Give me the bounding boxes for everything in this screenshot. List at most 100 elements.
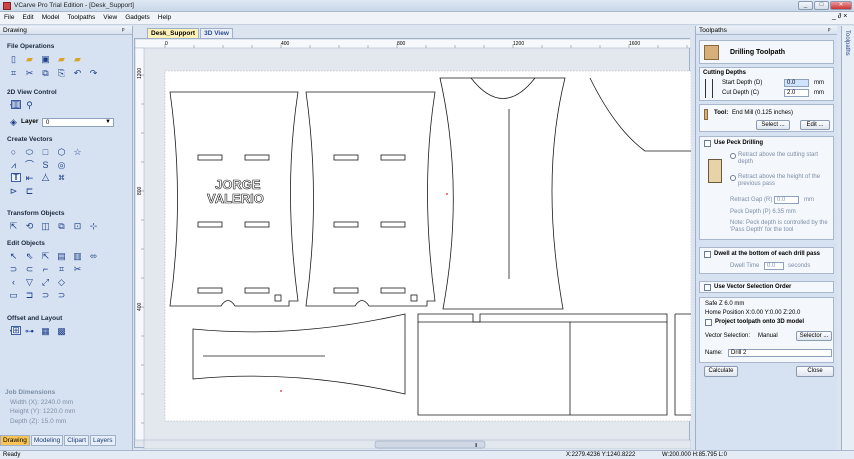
- import-bitmap-icon[interactable]: ▰: [72, 54, 83, 65]
- interactive-select-icon[interactable]: ⇱: [40, 251, 51, 262]
- close-window-button[interactable]: ✕: [830, 1, 852, 10]
- menu-file[interactable]: File: [0, 12, 18, 23]
- minimize-button[interactable]: _: [798, 1, 813, 10]
- edit-objects-heading: Edit Objects: [7, 240, 45, 247]
- drawing-canvas[interactable]: 0 400 800 1200 1600 1200 800 400 JORGE V…: [134, 38, 692, 450]
- peck-drilling-checkbox[interactable]: [704, 140, 711, 147]
- toolpath-name-input[interactable]: Drill 2: [728, 349, 832, 357]
- selector-button[interactable]: Selector ...: [796, 331, 832, 341]
- calculate-button[interactable]: Calculate: [704, 366, 738, 377]
- menu-view[interactable]: View: [99, 12, 121, 23]
- layout-icon[interactable]: ▩: [56, 326, 67, 337]
- dwell-checkbox[interactable]: [704, 251, 711, 258]
- zoom-icon[interactable]: ⚲: [24, 100, 35, 111]
- text-on-curve-icon[interactable]: T: [11, 173, 21, 182]
- start-depth-input[interactable]: 0.0: [784, 79, 809, 87]
- layer-select[interactable]: 0 ▼: [42, 118, 114, 127]
- star-icon[interactable]: ☆: [72, 147, 83, 158]
- trim-icon[interactable]: ⊃: [8, 264, 19, 275]
- diamond-icon[interactable]: ◇: [56, 277, 67, 288]
- project-checkbox[interactable]: [705, 319, 712, 326]
- save-icon[interactable]: ▣: [40, 54, 51, 65]
- tool-label: Tool:: [714, 110, 729, 116]
- weld-icon[interactable]: ⬄: [88, 251, 99, 262]
- fillet-icon[interactable]: ⌗: [56, 264, 67, 275]
- close-button[interactable]: Close: [796, 366, 834, 377]
- vector-order-checkbox[interactable]: [704, 284, 711, 291]
- open-file-icon[interactable]: ▰: [24, 54, 35, 65]
- maximize-button[interactable]: □: [814, 1, 829, 10]
- scale-icon[interactable]: ⊡: [72, 221, 83, 232]
- smooth-icon[interactable]: ⊃: [56, 290, 67, 301]
- open-vector-icon[interactable]: ⊐: [24, 290, 35, 301]
- dwell-label: Dwell at the bottom of each drill pass: [714, 251, 821, 257]
- set-size-icon[interactable]: ⊹: [88, 221, 99, 232]
- paste-icon[interactable]: ⎘: [56, 68, 67, 79]
- mdi-controls[interactable]: _ ∂ ×: [832, 13, 847, 20]
- retract-start-radio[interactable]: [730, 153, 736, 159]
- select-icon[interactable]: ↖: [8, 251, 19, 262]
- tab-drawing[interactable]: Drawing: [0, 435, 30, 446]
- rotate-icon[interactable]: ⟲: [24, 221, 35, 232]
- curve-fit-icon[interactable]: ⊃: [40, 290, 51, 301]
- menu-gadgets[interactable]: Gadgets: [121, 12, 154, 23]
- edit-tool-button[interactable]: Edit ...: [800, 120, 830, 130]
- import-icon[interactable]: ▰: [56, 54, 67, 65]
- ungroup-icon[interactable]: ▥: [72, 251, 83, 262]
- extend-icon[interactable]: ⤢: [40, 277, 51, 288]
- tab-layers[interactable]: Layers: [90, 435, 116, 446]
- triangle-icon[interactable]: ▽: [24, 277, 35, 288]
- polygon-icon[interactable]: ⬡: [56, 147, 67, 158]
- subtract-icon[interactable]: ⊂: [24, 264, 35, 275]
- dwell-time-input[interactable]: 0.0: [764, 262, 784, 270]
- tab-desk-support[interactable]: Desk_Support: [147, 28, 200, 38]
- bitmap-trace-icon[interactable]: ⌘: [56, 173, 67, 184]
- menu-model[interactable]: Model: [38, 12, 64, 23]
- ellipse-icon[interactable]: ⬭: [24, 147, 35, 158]
- scissors-icon[interactable]: ✂: [72, 264, 83, 275]
- join-icon[interactable]: ⌐: [40, 264, 51, 275]
- draw-dogbone-icon[interactable]: ⊏: [24, 186, 35, 197]
- dimension-icon[interactable]: ⇤: [24, 173, 35, 184]
- group-icon[interactable]: ▤: [56, 251, 67, 262]
- node-edit-icon[interactable]: ⇖: [24, 251, 35, 262]
- spiral-icon[interactable]: ◎: [56, 160, 67, 171]
- close-vector-icon[interactable]: ▭: [8, 290, 19, 301]
- draw-tab-icon[interactable]: ⊳: [8, 186, 19, 197]
- tab-clipart[interactable]: Clipart: [64, 435, 90, 446]
- menu-toolpaths[interactable]: Toolpaths: [63, 12, 99, 23]
- new-file-icon[interactable]: ▯: [8, 54, 19, 65]
- curve-icon[interactable]: S: [40, 160, 51, 171]
- redo-icon[interactable]: ↷: [88, 68, 99, 79]
- rectangle-icon[interactable]: □: [40, 147, 51, 158]
- mirror-icon[interactable]: ◫: [40, 221, 51, 232]
- menu-help[interactable]: Help: [154, 12, 175, 23]
- toolpaths-side-tab[interactable]: Toolpaths: [841, 26, 854, 450]
- cut-icon[interactable]: ✂: [24, 68, 35, 79]
- move-icon[interactable]: ⇱: [8, 221, 19, 232]
- tab-modeling[interactable]: Modeling: [30, 435, 64, 446]
- circle-icon[interactable]: ○: [8, 147, 19, 158]
- retract-previous-radio[interactable]: [730, 175, 736, 181]
- nesting-icon[interactable]: ▦: [40, 326, 51, 337]
- arc-icon[interactable]: ⌒: [24, 160, 35, 171]
- tab-3d-view[interactable]: 3D View: [200, 28, 233, 38]
- align-icon[interactable]: ⧉: [56, 221, 67, 232]
- fit-text-icon[interactable]: ⧊: [40, 173, 51, 184]
- view-options-icon[interactable]: ▥: [11, 100, 21, 109]
- copy-along-vector-icon[interactable]: ⊶: [24, 326, 35, 337]
- copy-icon[interactable]: ⧉: [40, 68, 51, 79]
- offset-left-icon[interactable]: ‹: [8, 277, 19, 288]
- menu-edit[interactable]: Edit: [18, 12, 37, 23]
- retract-gap-input[interactable]: 0.0: [774, 196, 799, 204]
- select-tool-button[interactable]: Select ...: [756, 120, 790, 130]
- ruler-left-label-1200: 1200: [137, 68, 143, 79]
- job-setup-icon[interactable]: ⌗: [8, 68, 19, 79]
- cut-depth-input[interactable]: 2.0: [784, 89, 809, 97]
- pin-icon[interactable]: ᵖ: [122, 27, 124, 34]
- undo-icon[interactable]: ↶: [72, 68, 83, 79]
- pin-icon[interactable]: ᵖ: [828, 27, 830, 34]
- array-copy-icon[interactable]: ⊞: [11, 326, 21, 335]
- cut-depth-label: Cut Depth (C): [722, 90, 760, 96]
- polyline-icon[interactable]: ⩘: [8, 160, 19, 171]
